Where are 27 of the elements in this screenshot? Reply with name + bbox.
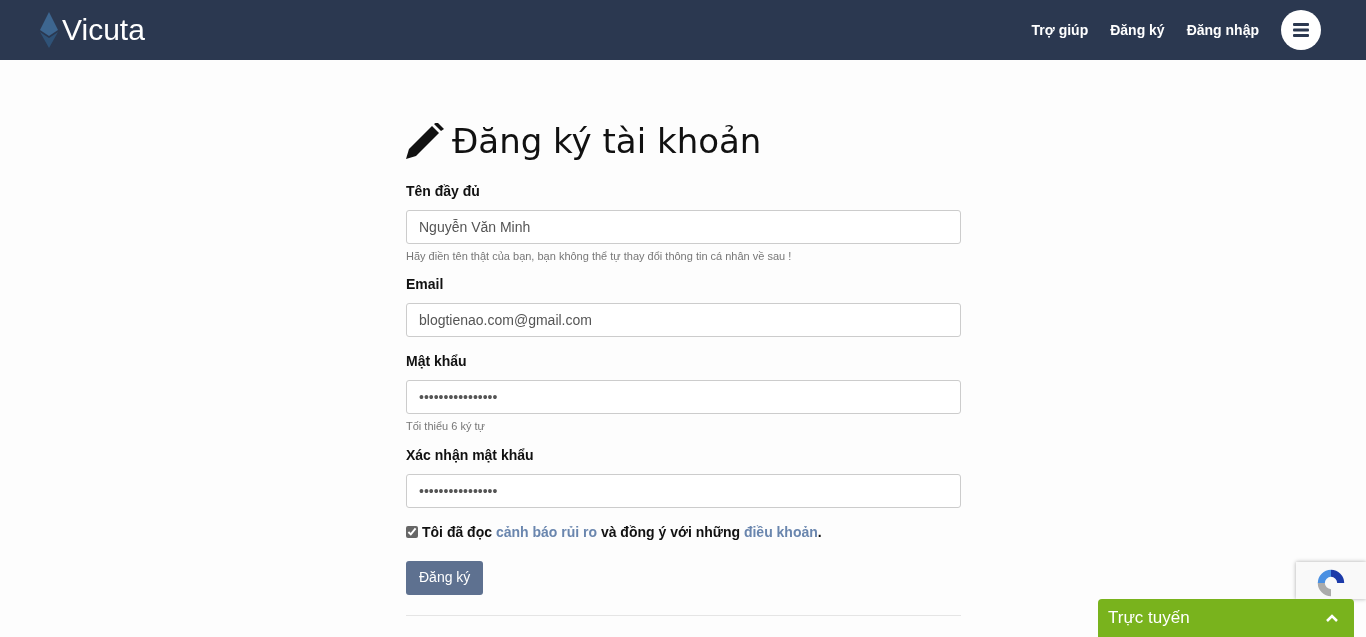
page-title: Đăng ký tài khoản [452, 120, 762, 163]
field-label: Email [406, 275, 445, 294]
recaptcha-icon [1316, 568, 1346, 598]
logo[interactable]: Vicuta [62, 15, 145, 45]
input-field[interactable]: blogtienao.com@gmail.com [406, 303, 961, 337]
agree-checkbox[interactable] [406, 526, 418, 538]
terms-link[interactable]: cảnh báo rủi ro [495, 523, 597, 540]
diamond-icon [40, 12, 58, 48]
field-label: Tên đầy đủ [406, 181, 481, 201]
terms-link[interactable]: điều khoản [743, 523, 818, 540]
field-label: Xác nhận mật khẩu [406, 445, 535, 465]
menu-icon [1293, 23, 1309, 37]
nav-link[interactable]: Đăng nhập [1186, 19, 1259, 41]
field-label: Mật khẩu [406, 352, 468, 371]
input-field[interactable]: •••••••••••••••• [406, 473, 961, 508]
register-button[interactable]: Đăng ký [406, 560, 484, 595]
recaptcha-badge[interactable] [1296, 562, 1366, 599]
chat-label: Trực tuyến [1108, 607, 1190, 630]
field-hint: Tối thiểu 6 ký tự [406, 419, 486, 434]
menu-button[interactable] [1281, 10, 1321, 50]
pencil-icon [406, 123, 444, 160]
field-hint: Hãy điền tên thật của bạn, bạn không thể tự thay đổi thông tin cá nhân về sau ! [406, 248, 793, 264]
agree-text: Tôi đã đọc cảnh báo rủi ro và đồng ý với những điều khoản. [422, 522, 822, 542]
nav-link[interactable]: Trợ giúp [1031, 19, 1089, 41]
nav-link[interactable]: Đăng ký [1110, 19, 1165, 41]
input-field[interactable]: •••••••••••••••• [406, 380, 961, 414]
input-field[interactable]: Nguyễn Văn Minh [406, 209, 961, 244]
